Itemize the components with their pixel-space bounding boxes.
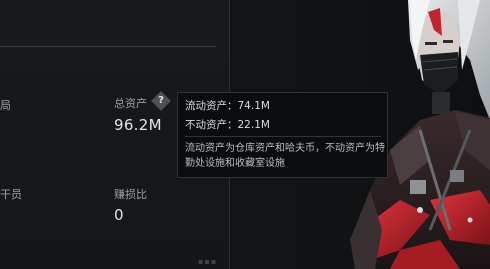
pagination-dots: ▪▪▪ [198, 257, 218, 266]
tooltip-divider [185, 136, 381, 137]
assets-description: 流动资产为仓库资产和哈夫币，不动资产为特勤处设施和收藏室设施 [185, 143, 385, 169]
fixed-assets-line: 不动资产：22.1M [185, 119, 270, 131]
total-assets-tooltip: 流动资产：74.1M 不动资产：22.1M 流动资产为仓库资产和哈夫币，不动资产… [177, 92, 388, 178]
help-glyph: ? [158, 95, 164, 106]
partial-stat-label-bottom: 干员 [0, 188, 22, 201]
partial-stat-label-top: 局 [0, 99, 11, 112]
liquid-assets-line: 流动资产：74.1M [185, 100, 270, 112]
profit-loss-value: 0 [114, 206, 124, 224]
question-diamond-icon[interactable]: ? [151, 91, 171, 111]
profit-loss-label: 赚损比 [114, 188, 147, 201]
screen: 局 总资产 ? 96.2M 干员 赚损比 0 ▪▪▪ 流动资产：74.1M 不动… [0, 0, 490, 269]
total-assets-value: 96.2M [114, 116, 162, 134]
total-assets-label: 总资产 [114, 97, 147, 110]
stats-divider [0, 46, 216, 47]
